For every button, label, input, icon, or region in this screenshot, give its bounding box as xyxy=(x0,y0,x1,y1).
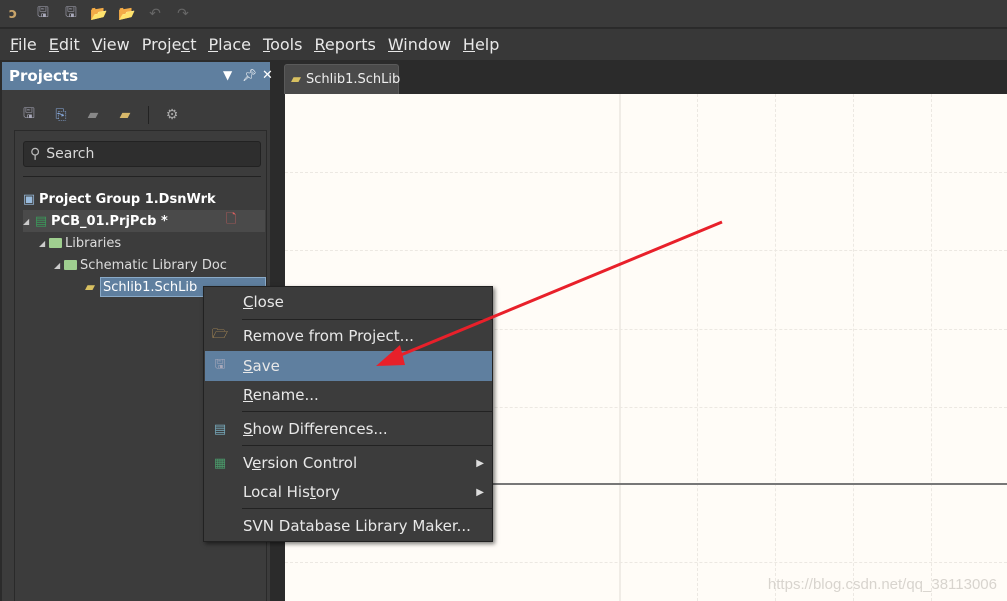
folder-settings-icon[interactable]: ▰ xyxy=(116,106,134,124)
context-item-local-history[interactable]: Local History ▶ xyxy=(205,477,492,507)
open-project-icon[interactable]: 📂 xyxy=(118,5,136,23)
expand-triangle-icon[interactable]: ◢ xyxy=(54,261,64,270)
folder-remove-icon: 🗁 xyxy=(211,327,229,342)
node-label: Project Group 1.DsnWrk xyxy=(39,191,216,207)
menu-place[interactable]: Place xyxy=(202,35,257,54)
menu-view[interactable]: View xyxy=(86,35,136,54)
expand-triangle-icon[interactable]: ◢ xyxy=(39,239,49,248)
menu-item-label: Local History xyxy=(243,483,341,501)
menu-help[interactable]: Help xyxy=(457,35,505,54)
search-placeholder: Search xyxy=(46,146,95,162)
schlib-file-icon: ▰ xyxy=(291,72,301,87)
folder-icon xyxy=(64,260,77,270)
open-icon[interactable]: 📂 xyxy=(90,5,108,23)
menu-project[interactable]: Project xyxy=(136,35,203,54)
context-item-version-control[interactable]: ▦ Version Control ▶ xyxy=(205,448,492,478)
tab-label: Schlib1.SchLib xyxy=(306,72,401,87)
tree-project-group[interactable]: ▣ Project Group 1.DsnWrk xyxy=(21,188,216,210)
submenu-arrow-icon: ▶ xyxy=(476,486,484,498)
context-item-rename[interactable]: Rename... xyxy=(205,380,492,410)
save-icon[interactable]: 🖫 xyxy=(20,106,38,124)
panel-menu-icon[interactable]: ▼ xyxy=(223,68,232,82)
search-input[interactable]: ⚲ Search xyxy=(23,141,261,167)
differences-icon: ▤ xyxy=(213,421,227,437)
pin-icon[interactable]: 📌︎ xyxy=(242,68,257,82)
context-item-close[interactable]: Close xyxy=(205,287,492,317)
menu-file[interactable]: File xyxy=(4,35,43,54)
save-icon: 🖫 xyxy=(214,357,226,372)
close-icon[interactable]: ✕ xyxy=(262,68,273,83)
context-item-remove-from-project[interactable]: 🗁 Remove from Project... xyxy=(205,321,492,351)
menu-window[interactable]: Window xyxy=(382,35,457,54)
menu-item-label: SVN Database Library Maker... xyxy=(243,517,471,535)
tab-schlib1[interactable]: ▰ Schlib1.SchLib xyxy=(284,64,401,94)
menu-item-label: Remove from Project... xyxy=(243,327,414,345)
context-item-svn-database-library-maker[interactable]: SVN Database Library Maker... xyxy=(205,511,492,541)
expand-triangle-icon[interactable]: ◢ xyxy=(23,217,33,226)
menu-separator xyxy=(242,411,492,412)
menu-separator xyxy=(242,319,492,320)
menu-item-label: Close xyxy=(243,293,284,311)
folder-icon xyxy=(49,238,62,248)
pcb-project-icon: ▤ xyxy=(34,213,48,229)
schlib-file-icon: ▰ xyxy=(85,279,95,295)
context-item-show-differences[interactable]: ▤ Show Differences... xyxy=(205,414,492,444)
project-search-icon[interactable]: ▰ xyxy=(84,106,102,124)
workspace-icon: ▣ xyxy=(22,191,36,207)
menu-separator xyxy=(242,508,492,509)
version-control-icon: ▦ xyxy=(213,455,227,471)
app-logo-icon: ↄ xyxy=(8,6,18,22)
menu-tools[interactable]: Tools xyxy=(257,35,308,54)
context-item-save[interactable]: 🖫 Save xyxy=(205,351,492,381)
menu-item-label: Save xyxy=(243,357,280,375)
node-label: PCB_01.PrjPcb * xyxy=(51,213,168,229)
redo-icon[interactable]: ↷ xyxy=(174,5,192,23)
node-label: Schematic Library Doc xyxy=(80,257,227,273)
panel-toolbar: 🖫 ⎘ ▰ ▰ ⚙ xyxy=(20,106,181,124)
search-icon: ⚲ xyxy=(30,146,41,162)
context-menu: Close 🗁 Remove from Project... 🖫 Save Rename.… xyxy=(203,286,493,542)
node-label: Libraries xyxy=(65,235,122,251)
tree-project[interactable]: ◢ ▤ PCB_01.PrjPcb * 🗋 xyxy=(23,210,265,232)
save-icon[interactable]: 🖫 xyxy=(34,5,52,23)
menu-edit[interactable]: Edit xyxy=(43,35,86,54)
modified-document-icon: 🗋 xyxy=(226,212,237,227)
quick-access-toolbar: ↄ 🖫 🖫 📂 📂 ↶ ↷ xyxy=(0,0,1007,28)
undo-icon[interactable]: ↶ xyxy=(146,5,164,23)
menu-reports[interactable]: Reports xyxy=(308,35,381,54)
menu-item-label: Version Control xyxy=(243,454,358,472)
save-all-icon[interactable]: 🖫 xyxy=(62,5,80,23)
submenu-arrow-icon: ▶ xyxy=(476,457,484,469)
menu-item-label: Show Differences... xyxy=(243,420,388,438)
copy-icon[interactable]: ⎘ xyxy=(52,106,70,124)
menu-separator xyxy=(242,445,492,446)
tree-schematic-library-doc[interactable]: ◢ Schematic Library Doc xyxy=(54,254,227,276)
tree-libraries[interactable]: ◢ Libraries xyxy=(39,232,121,254)
menu-item-label: Rename... xyxy=(243,386,319,404)
watermark: https://blog.csdn.net/qq_38113006 xyxy=(767,576,997,593)
gear-icon[interactable]: ⚙ xyxy=(163,106,181,124)
menu-bar: File Edit View Project Place Tools Reports Wind… xyxy=(0,29,1007,60)
